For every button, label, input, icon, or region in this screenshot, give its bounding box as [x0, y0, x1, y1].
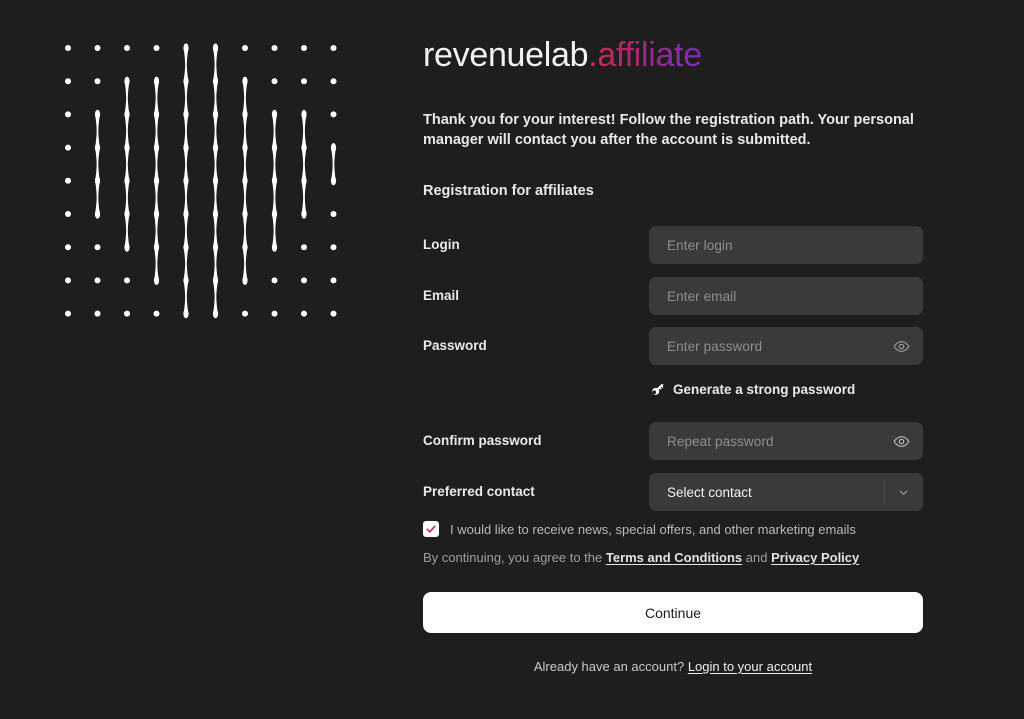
chevron-down-icon[interactable]: [894, 483, 912, 501]
field-row-confirm-password: Confirm password Repeat password: [423, 422, 923, 460]
terms-and-conditions-link[interactable]: Terms and Conditions: [606, 550, 742, 565]
email-placeholder: Enter email: [667, 288, 737, 304]
registration-form-column: revenuelab.affiliate Thank you for your …: [423, 0, 923, 719]
preferred-contact-value: Select contact: [667, 484, 752, 500]
email-label: Email: [423, 288, 460, 303]
brand-name-accent: .affiliate: [588, 36, 702, 74]
field-row-email: Email Enter email: [423, 277, 923, 315]
generate-password-button[interactable]: Generate a strong password: [649, 382, 923, 397]
confirm-password-placeholder: Repeat password: [667, 433, 774, 449]
password-placeholder: Enter password: [667, 338, 763, 354]
field-row-login: Login Enter login: [423, 226, 923, 264]
select-divider: [884, 480, 885, 504]
login-input[interactable]: Enter login: [649, 226, 923, 264]
decorative-pattern-panel: [0, 0, 410, 719]
toggle-password-visibility-eye-icon[interactable]: [891, 336, 911, 356]
email-field[interactable]: Enter email: [649, 277, 923, 315]
field-row-password: Password Enter password: [423, 327, 923, 365]
login-prompt: Already have an account? Login to your a…: [423, 659, 923, 674]
preferred-contact-label: Preferred contact: [423, 484, 535, 499]
registration-page: revenuelab.affiliate Thank you for your …: [0, 0, 1024, 719]
terms-conjunction: and: [745, 550, 768, 565]
password-label: Password: [423, 338, 487, 353]
login-link[interactable]: Login to your account: [688, 659, 812, 674]
login-prompt-text: Already have an account?: [533, 659, 685, 674]
continue-button[interactable]: Continue: [423, 592, 923, 633]
page-title: Registration for affiliates: [423, 183, 594, 199]
terms-prefix: By continuing, you agree to the: [423, 550, 603, 565]
brand-name-base: revenuelab: [423, 36, 589, 74]
login-placeholder: Enter login: [667, 237, 733, 253]
key-icon: [649, 382, 664, 397]
marketing-consent-checkbox[interactable]: [423, 521, 439, 537]
checkmark-icon: [426, 525, 436, 533]
field-row-preferred-contact: Preferred contact Select contact: [423, 473, 923, 511]
password-input[interactable]: Enter password: [649, 327, 923, 365]
intro-paragraph: Thank you for your interest! Follow the …: [423, 112, 914, 148]
brand-logo: revenuelab.affiliate: [423, 35, 702, 75]
toggle-confirm-password-visibility-eye-icon[interactable]: [891, 431, 911, 451]
marketing-consent-label: I would like to receive news, special of…: [450, 521, 856, 537]
terms-agreement-text: By continuing, you agree to the Terms an…: [423, 550, 859, 565]
marketing-consent-row[interactable]: I would like to receive news, special of…: [423, 521, 856, 537]
dot-grid-bulge-icon: [65, 43, 337, 319]
preferred-contact-select[interactable]: Select contact: [649, 473, 923, 511]
confirm-password-input[interactable]: Repeat password: [649, 422, 923, 460]
generate-password-label: Generate a strong password: [673, 382, 856, 397]
privacy-policy-link[interactable]: Privacy Policy: [771, 550, 859, 565]
confirm-password-label: Confirm password: [423, 433, 542, 448]
login-label: Login: [423, 237, 460, 252]
